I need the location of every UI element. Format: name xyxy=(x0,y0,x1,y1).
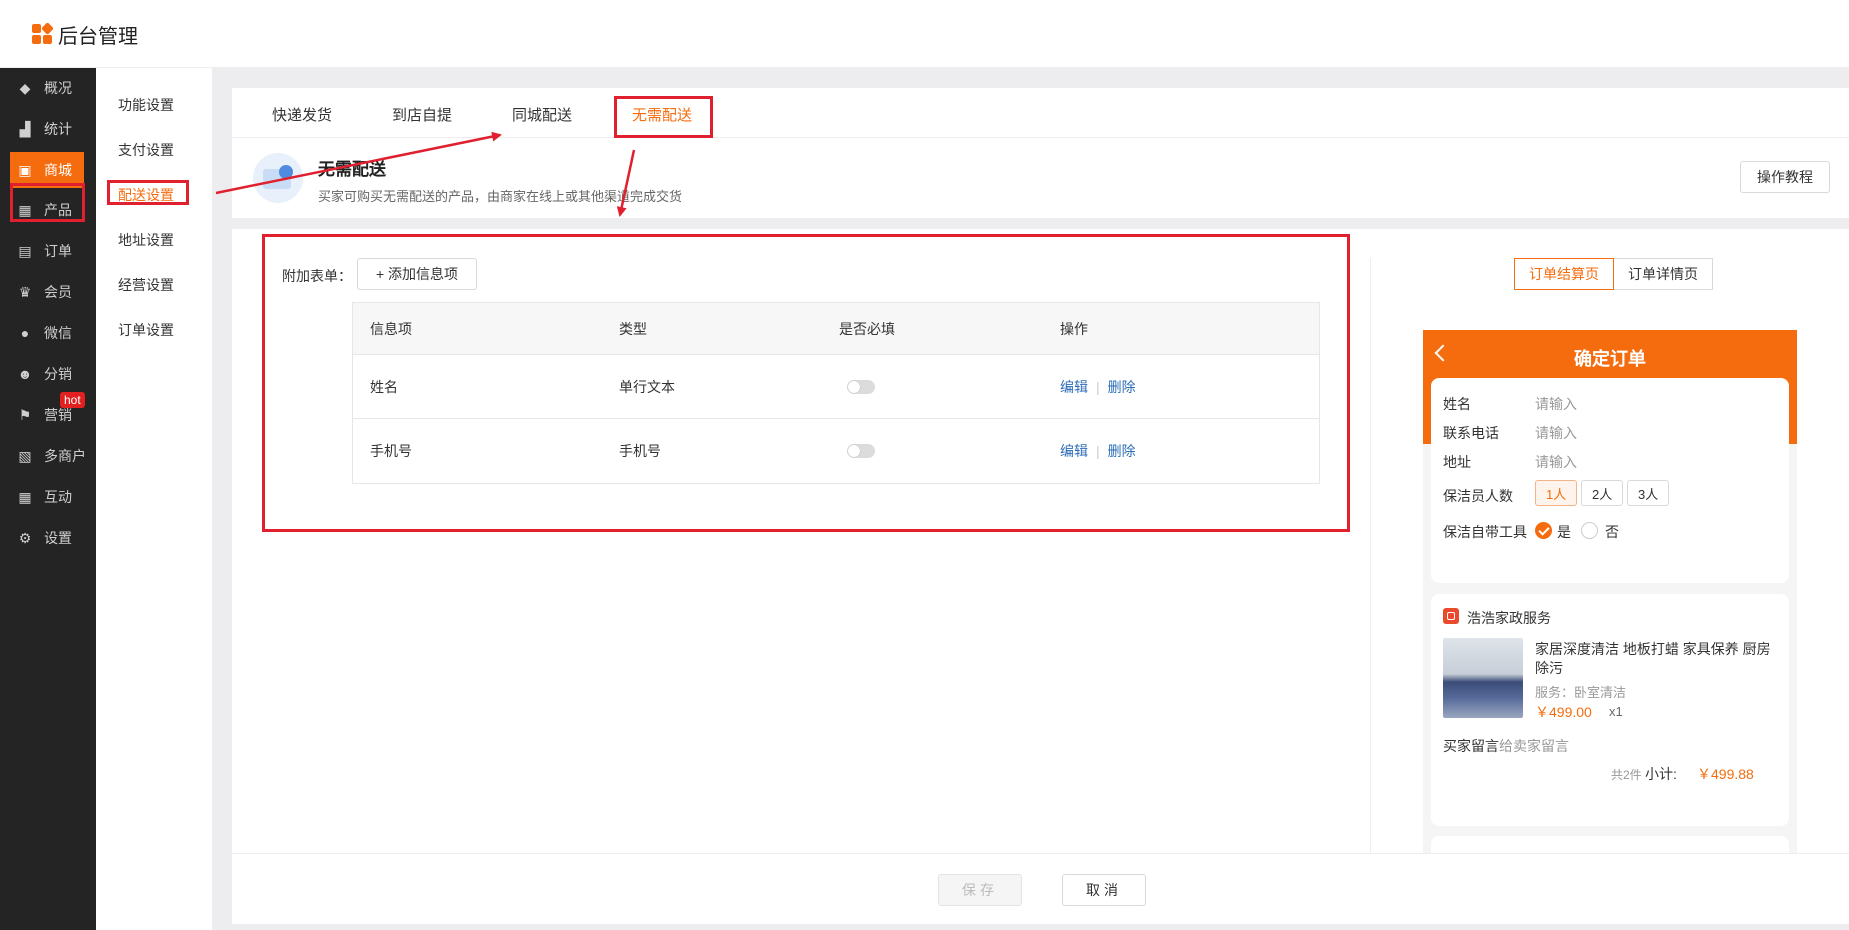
preview-tabs: 订单结算页 订单详情页 xyxy=(1514,258,1713,290)
tools-label: 保洁自带工具 xyxy=(1443,524,1527,540)
tutorial-button[interactable]: 操作教程 xyxy=(1740,161,1830,193)
shop-icon: ▣ xyxy=(18,161,32,178)
submenu-item-function[interactable]: 功能设置 xyxy=(118,95,174,115)
sidebar-item-label: 商城 xyxy=(44,162,72,178)
tools-no-radio[interactable] xyxy=(1581,522,1598,539)
subtotal-label: 小计: xyxy=(1645,766,1677,782)
crown-icon: ♛ xyxy=(18,283,32,300)
product-spec: 服务：卧室清洁 xyxy=(1535,685,1627,700)
sidebar-item-interaction[interactable]: ▦ 互动 xyxy=(0,477,96,517)
field-label: 姓名 xyxy=(1443,396,1471,412)
chart-icon: ▟ xyxy=(19,120,31,137)
app-logo[interactable]: 后台管理 xyxy=(32,20,138,49)
tools-yes-radio[interactable] xyxy=(1535,522,1552,539)
annotation-box-no-delivery-tab xyxy=(614,96,713,138)
field-input[interactable]: 请输入 xyxy=(1535,394,1577,414)
phone-preview: 确定订单 姓名 请输入 联系电话 请输入 地址 请输入 保洁员人数 1人 2人 … xyxy=(1423,330,1797,853)
sidebar-item-settings[interactable]: ⚙ 设置 xyxy=(0,518,96,558)
wechat-icon: ● xyxy=(20,325,30,341)
field-label: 联系电话 xyxy=(1443,425,1499,441)
sidebar-item-label: 订单 xyxy=(44,243,72,259)
store-icon: ▧ xyxy=(18,447,32,464)
submenu-item-order[interactable]: 订单设置 xyxy=(118,320,174,340)
cleaner-option-2[interactable]: 2人 xyxy=(1581,480,1624,506)
tab-order-detail-page[interactable]: 订单详情页 xyxy=(1614,258,1713,290)
submenu-item-business[interactable]: 经营设置 xyxy=(118,275,174,295)
product-image xyxy=(1443,638,1523,718)
annotation-box-extra-form xyxy=(262,234,1350,532)
sidebar-item-label: 概况 xyxy=(44,80,72,96)
footer-bar xyxy=(232,854,1849,924)
cleaner-count-label: 保洁员人数 xyxy=(1443,488,1513,504)
sidebar-item-label: 多商户 xyxy=(44,448,86,464)
order-form-card: 姓名 请输入 联系电话 请输入 地址 请输入 保洁员人数 1人 2人 3人 保洁… xyxy=(1431,378,1789,583)
gear-icon: ⚙ xyxy=(18,529,32,546)
tools-yes-label: 是 xyxy=(1557,524,1571,540)
annotation-box-delivery-settings xyxy=(107,180,189,205)
sidebar-item-label: 会员 xyxy=(44,284,72,300)
sidebar-item-label: 微信 xyxy=(44,325,72,341)
field-label: 地址 xyxy=(1443,454,1471,470)
delivery-illustration-icon xyxy=(253,153,303,203)
sidebar-item-members[interactable]: ♛ 会员 xyxy=(0,272,96,312)
layers-icon: ◆ xyxy=(19,79,31,96)
product-price: ￥499.00 xyxy=(1535,704,1592,720)
tab-pickup[interactable]: 到店自提 xyxy=(392,104,452,125)
phone-title: 确定订单 xyxy=(1574,349,1646,369)
sidebar-item-wechat[interactable]: ● 微信 xyxy=(0,313,96,353)
clipboard-icon: ▤ xyxy=(18,242,32,259)
sidebar-item-label: 设置 xyxy=(44,530,72,546)
sidebar-item-label: 互动 xyxy=(44,489,72,505)
apps-icon: ▦ xyxy=(18,488,32,505)
section-description: 买家可购买无需配送的产品，由商家在线上或其他渠道完成交货 xyxy=(318,189,683,204)
tab-express[interactable]: 快递发货 xyxy=(272,104,332,125)
shop-icon xyxy=(1443,608,1459,624)
app-title: 后台管理 xyxy=(58,26,138,48)
shop-name: 浩浩家政服务 xyxy=(1467,610,1551,626)
product-name: 家居深度清洁 地板打蜡 家具保养 厨房除污 xyxy=(1535,641,1771,676)
delivery-tabs: 快递发货 到店自提 同城配送 无需配送 xyxy=(232,88,1849,138)
logo-icon xyxy=(32,21,54,46)
sidebar-item-orders[interactable]: ▤ 订单 xyxy=(0,231,96,271)
sidebar-item-distribution[interactable]: ☻ 分销 xyxy=(0,354,96,394)
annotation-box-mall xyxy=(10,183,85,222)
hot-badge: hot xyxy=(60,392,85,408)
cleaner-option-3[interactable]: 3人 xyxy=(1627,480,1670,506)
sidebar-item-label: 统计 xyxy=(44,121,72,137)
cancel-button[interactable]: 取消 xyxy=(1062,874,1146,906)
section-title: 无需配送 xyxy=(318,160,386,179)
sidebar-item-overview[interactable]: ◆ 概况 xyxy=(0,68,96,108)
buyer-message-label: 买家留言 xyxy=(1443,738,1499,754)
product-quantity: x1 xyxy=(1609,704,1623,719)
buyer-message-input[interactable]: 给卖家留言 xyxy=(1499,736,1569,756)
field-input[interactable]: 请输入 xyxy=(1535,452,1577,472)
cleaner-option-1[interactable]: 1人 xyxy=(1535,480,1578,506)
top-bar: 后台管理 xyxy=(0,0,1849,68)
order-item-card: 浩浩家政服务 家居深度清洁 地板打蜡 家具保养 厨房除污 服务：卧室清洁 ￥49… xyxy=(1431,594,1789,826)
submenu-item-payment[interactable]: 支付设置 xyxy=(118,140,174,160)
vertical-divider xyxy=(1370,258,1371,853)
user-share-icon: ☻ xyxy=(17,366,33,382)
submenu-item-address[interactable]: 地址设置 xyxy=(118,230,174,250)
tools-no-label: 否 xyxy=(1605,524,1619,540)
field-input[interactable]: 请输入 xyxy=(1535,423,1577,443)
save-button[interactable]: 保存 xyxy=(938,874,1022,906)
sidebar-item-label: 分销 xyxy=(44,366,72,382)
subtotal-value: ￥499.88 xyxy=(1697,766,1754,782)
flag-icon: ⚑ xyxy=(18,406,32,423)
tab-local-delivery[interactable]: 同城配送 xyxy=(512,104,572,125)
sidebar-item-stats[interactable]: ▟ 统计 xyxy=(0,109,96,149)
tab-checkout-page[interactable]: 订单结算页 xyxy=(1514,258,1614,290)
sidebar-item-multi-merchant[interactable]: ▧ 多商户 xyxy=(0,436,96,476)
item-count: 共2件 xyxy=(1611,768,1642,782)
next-card xyxy=(1431,836,1789,853)
sidebar-item-label: 营销 xyxy=(44,407,72,423)
